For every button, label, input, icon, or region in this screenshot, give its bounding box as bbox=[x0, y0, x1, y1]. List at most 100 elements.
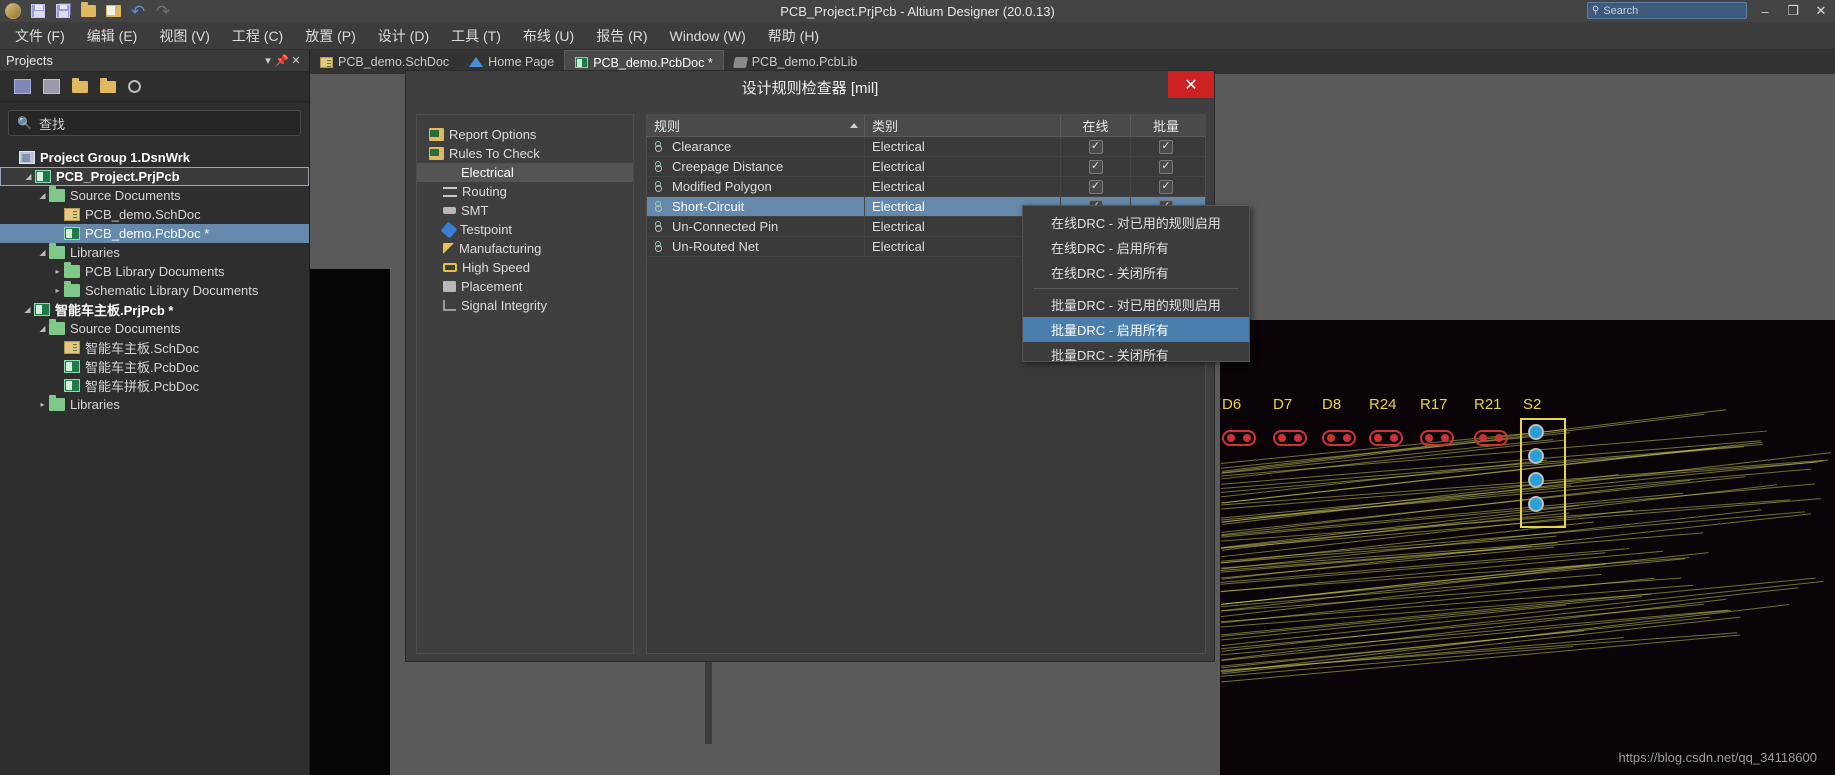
batch-checkbox[interactable]: ✓ bbox=[1159, 180, 1173, 194]
tree-item-8[interactable]: ◢ 智能车主板.PrjPcb * bbox=[0, 300, 309, 319]
online-checkbox[interactable]: ✓ bbox=[1089, 160, 1103, 174]
redo-icon[interactable]: ↷ bbox=[152, 1, 174, 21]
column-header-1[interactable]: 类别 bbox=[865, 115, 1061, 136]
tree-item-13[interactable]: ▸ Libraries bbox=[0, 395, 309, 414]
document-icon[interactable] bbox=[43, 79, 60, 94]
menu-item-5[interactable]: 设计 (D) bbox=[367, 23, 440, 49]
component-pad bbox=[1222, 430, 1256, 446]
tree-item-6[interactable]: ▸ PCB Library Documents bbox=[0, 262, 309, 281]
project-search-input[interactable]: 🔍 查找 bbox=[8, 110, 301, 136]
maximize-button[interactable]: ❐ bbox=[1779, 0, 1807, 22]
context-menu-item-4[interactable]: 批量DRC - 启用所有 bbox=[1023, 317, 1249, 342]
menu-item-0[interactable]: 文件 (F) bbox=[4, 23, 76, 49]
expand-arrow-icon[interactable]: ▸ bbox=[36, 400, 49, 409]
smt-icon bbox=[443, 207, 456, 214]
component-label: D7 bbox=[1273, 396, 1292, 413]
minimize-button[interactable]: – bbox=[1751, 0, 1779, 22]
online-checkbox[interactable]: ✓ bbox=[1089, 180, 1103, 194]
dialog-nav-label: Manufacturing bbox=[459, 241, 541, 256]
expand-arrow-icon[interactable]: ◢ bbox=[36, 324, 49, 333]
menu-item-9[interactable]: Window (W) bbox=[659, 25, 757, 47]
tree-item-label: 智能车拼板.PcbDoc bbox=[85, 376, 199, 395]
tree-item-11[interactable]: 智能车主板.PcbDoc bbox=[0, 357, 309, 376]
tree-item-0[interactable]: Project Group 1.DsnWrk bbox=[0, 148, 309, 167]
expand-arrow-icon[interactable]: ◢ bbox=[21, 305, 34, 314]
dialog-nav-item-8[interactable]: Placement bbox=[417, 277, 633, 296]
high-speed-icon bbox=[443, 263, 457, 272]
online-checkbox[interactable]: ✓ bbox=[1089, 140, 1103, 154]
save-icon[interactable] bbox=[14, 79, 31, 94]
panel-close-icon[interactable]: ✕ bbox=[289, 54, 303, 67]
menu-separator bbox=[1033, 288, 1239, 289]
open-document-icon[interactable] bbox=[102, 1, 124, 21]
expand-arrow-icon[interactable]: ◢ bbox=[36, 248, 49, 257]
close-button[interactable]: ✕ bbox=[1807, 0, 1835, 22]
menu-item-10[interactable]: 帮助 (H) bbox=[757, 23, 830, 49]
dialog-nav-item-7[interactable]: High Speed bbox=[417, 258, 633, 277]
rules-table: 规则 类别 在线 批量 Clearance Electrical ✓ ✓ Creepage D… bbox=[646, 114, 1206, 654]
dialog-nav-item-9[interactable]: Signal Integrity bbox=[417, 296, 633, 315]
table-row[interactable]: Modified Polygon Electrical ✓ ✓ bbox=[647, 177, 1205, 197]
tree-item-1[interactable]: ◢ PCB_Project.PrjPcb bbox=[0, 167, 309, 186]
tab-label: Home Page bbox=[488, 55, 554, 69]
panel-dropdown-icon[interactable]: ▾ bbox=[261, 54, 275, 67]
global-search-input[interactable]: ⚲ Search bbox=[1587, 2, 1747, 19]
dialog-nav-item-5[interactable]: Testpoint bbox=[417, 220, 633, 239]
expand-arrow-icon[interactable]: ◢ bbox=[36, 191, 49, 200]
batch-checkbox[interactable]: ✓ bbox=[1159, 160, 1173, 174]
tree-item-label: Source Documents bbox=[70, 321, 181, 336]
menu-item-3[interactable]: 工程 (C) bbox=[221, 23, 294, 49]
menu-item-6[interactable]: 工具 (T) bbox=[440, 23, 512, 49]
context-menu-item-1[interactable]: 在线DRC - 启用所有 bbox=[1023, 235, 1249, 260]
tree-item-2[interactable]: ◢ Source Documents bbox=[0, 186, 309, 205]
menu-item-8[interactable]: 报告 (R) bbox=[585, 23, 658, 49]
table-row[interactable]: Creepage Distance Electrical ✓ ✓ bbox=[647, 157, 1205, 177]
save-icon[interactable] bbox=[27, 1, 49, 21]
tree-item-7[interactable]: ▸ Schematic Library Documents bbox=[0, 281, 309, 300]
dialog-nav-item-3[interactable]: Routing bbox=[417, 182, 633, 201]
dialog-nav-label: Report Options bbox=[449, 127, 536, 142]
open-folder-icon[interactable] bbox=[77, 1, 99, 21]
context-menu-item-0[interactable]: 在线DRC - 对已用的规则启用 bbox=[1023, 210, 1249, 235]
expand-arrow-icon[interactable]: ▸ bbox=[51, 267, 64, 276]
context-menu-item-2[interactable]: 在线DRC - 关闭所有 bbox=[1023, 260, 1249, 285]
column-header-2[interactable]: 在线 bbox=[1061, 115, 1131, 136]
tree-item-9[interactable]: ◢ Source Documents bbox=[0, 319, 309, 338]
context-menu-item-5[interactable]: 批量DRC - 关闭所有 bbox=[1023, 342, 1249, 367]
batch-checkbox[interactable]: ✓ bbox=[1159, 140, 1173, 154]
menu-item-7[interactable]: 布线 (U) bbox=[512, 23, 585, 49]
expand-arrow-icon[interactable]: ▸ bbox=[51, 286, 64, 295]
menu-item-1[interactable]: 编辑 (E) bbox=[76, 23, 149, 49]
dialog-nav-item-4[interactable]: SMT bbox=[417, 201, 633, 220]
open-project-icon[interactable] bbox=[100, 81, 116, 93]
column-header-3[interactable]: 批量 bbox=[1131, 115, 1201, 136]
table-row[interactable]: Clearance Electrical ✓ ✓ bbox=[647, 137, 1205, 157]
panel-pin-icon[interactable]: 📌 bbox=[275, 54, 289, 67]
dialog-nav-item-6[interactable]: Manufacturing bbox=[417, 239, 633, 258]
dialog-close-button[interactable]: ✕ bbox=[1168, 71, 1214, 98]
expand-arrow-icon[interactable]: ◢ bbox=[22, 172, 35, 181]
column-header-label: 在线 bbox=[1082, 116, 1108, 135]
dialog-nav-item-0[interactable]: Report Options bbox=[417, 125, 633, 144]
context-menu-item-3[interactable]: 批量DRC - 对已用的规则启用 bbox=[1023, 292, 1249, 317]
dialog-nav-item-2[interactable]: Electrical bbox=[417, 163, 633, 182]
dialog-nav-item-1[interactable]: Rules To Check bbox=[417, 144, 633, 163]
rule-icon bbox=[654, 240, 667, 253]
menu-item-2[interactable]: 视图 (V) bbox=[148, 23, 221, 49]
menu-item-4[interactable]: 放置 (P) bbox=[294, 23, 367, 49]
tree-item-5[interactable]: ◢ Libraries bbox=[0, 243, 309, 262]
projects-toolbar bbox=[0, 72, 309, 102]
title-bar: PCB_Project.PrjPcb - Altium Designer (20… bbox=[0, 0, 1835, 22]
settings-gear-icon[interactable] bbox=[128, 80, 141, 93]
search-placeholder: Search bbox=[1603, 5, 1638, 17]
dialog-nav-label: Testpoint bbox=[460, 222, 512, 237]
tree-item-4[interactable]: PCB_demo.PcbDoc * bbox=[0, 224, 309, 243]
tree-item-12[interactable]: 智能车拼板.PcbDoc bbox=[0, 376, 309, 395]
open-folder-icon[interactable] bbox=[72, 81, 88, 93]
online-cell: ✓ bbox=[1061, 157, 1131, 176]
save-all-icon[interactable] bbox=[52, 1, 74, 21]
tree-item-10[interactable]: 智能车主板.SchDoc bbox=[0, 338, 309, 357]
column-header-0[interactable]: 规则 bbox=[647, 115, 865, 136]
undo-icon[interactable]: ↶ bbox=[127, 1, 149, 21]
tree-item-3[interactable]: PCB_demo.SchDoc bbox=[0, 205, 309, 224]
